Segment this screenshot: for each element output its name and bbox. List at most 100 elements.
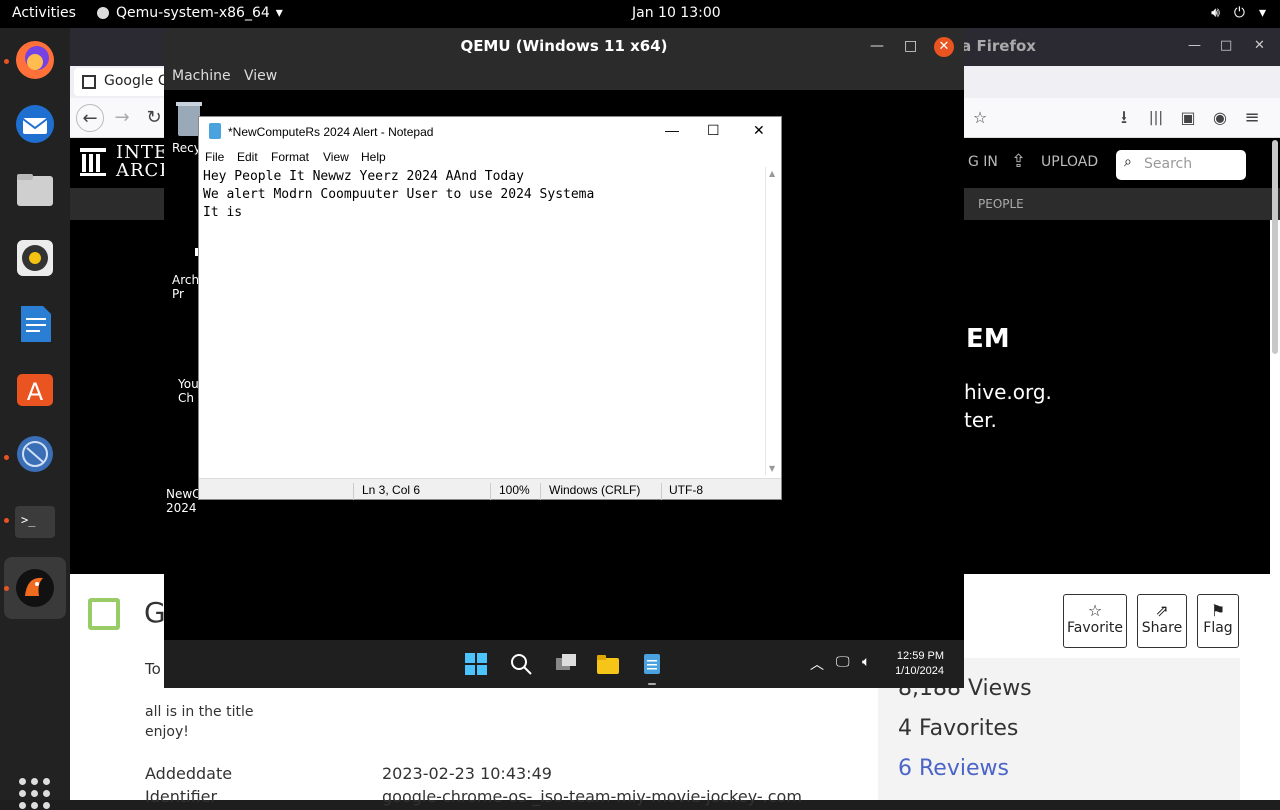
notepad-menubar: File Edit Format View Help [199, 147, 781, 167]
archive-favicon-icon [82, 75, 96, 89]
network-tool-icon[interactable] [11, 430, 59, 478]
windows-start-icon[interactable] [464, 652, 488, 676]
back-icon[interactable]: ← [76, 104, 104, 132]
qemu-window-title: QEMU (Windows 11 x64) [460, 37, 668, 55]
scroll-down-icon: ▼ [769, 464, 776, 473]
rhythmbox-icon[interactable] [11, 234, 59, 282]
account-icon[interactable]: ◉ [1206, 104, 1234, 132]
notepad-statusbar: Ln 3, Col 6 100% Windows (CRLF) UTF-8 [199, 478, 781, 500]
running-indicator [4, 586, 9, 591]
search-input[interactable]: ⌕ Search [1116, 150, 1246, 180]
menu-view[interactable]: View [323, 150, 349, 164]
search-icon[interactable] [509, 652, 533, 676]
save-icon [88, 598, 120, 630]
running-indicator [4, 518, 9, 523]
dock: A >_ [0, 28, 70, 809]
notepad-window: *NewComputeRs 2024 Alert - Notepad — ☐ ✕… [198, 116, 782, 500]
reviews-link[interactable]: 6 Reviews [898, 756, 1009, 781]
hero-text-line-2: ter. [964, 408, 997, 432]
page-scrollbar[interactable] [1270, 140, 1280, 800]
chevron-up-icon[interactable]: ︿ [810, 654, 824, 674]
menu-view[interactable]: View [244, 68, 277, 84]
cursor-position: Ln 3, Col 6 [362, 483, 421, 497]
item-description-line-1: all is in the title [145, 704, 254, 720]
scroll-up-icon: ▲ [769, 169, 776, 178]
qemu-icon[interactable] [11, 564, 59, 612]
maximize-icon[interactable]: □ [1220, 38, 1232, 53]
notepad-title: *NewComputeRs 2024 Alert - Notepad [228, 125, 434, 139]
libreoffice-writer-icon[interactable] [11, 300, 59, 348]
maximize-icon[interactable]: □ [904, 38, 917, 54]
hero-text-line-1: hive.org. [964, 380, 1052, 404]
system-tray[interactable]: 🔊︎ ⏻ ▾ [1211, 5, 1266, 21]
maximize-icon[interactable]: ☐ [707, 122, 720, 139]
firefox-window-title: la Firefox [956, 37, 1036, 55]
library-icon[interactable]: ||| [1142, 104, 1170, 132]
vm-display[interactable]: Recy Arch Pr You Ch NewC 2024 *NewComput… [164, 90, 964, 688]
taskbar-clock[interactable]: 12:59 PM 1/10/2024 [882, 649, 944, 679]
close-icon[interactable]: ✕ [1254, 38, 1265, 53]
chevron-down-icon: ▾ [1258, 5, 1266, 21]
firefox-icon[interactable] [11, 36, 59, 84]
encoding: UTF-8 [669, 483, 703, 497]
task-view-icon[interactable] [554, 652, 578, 676]
clock[interactable]: Jan 10 13:00 [632, 5, 721, 21]
hero-heading: EM [966, 324, 1010, 354]
flag-button[interactable]: ⚑ Flag [1197, 594, 1239, 648]
star-icon: ☆ [1087, 601, 1103, 620]
menu-file[interactable]: File [205, 150, 224, 164]
close-icon[interactable]: ✕ [753, 122, 765, 139]
qemu-window: QEMU (Windows 11 x64) — □ ✕ Machine View… [164, 28, 964, 688]
archive-logo-icon[interactable] [80, 148, 106, 176]
share-icon: ⇗ [1155, 601, 1169, 620]
nav-people[interactable]: PEOPLE [978, 197, 1024, 211]
notepad-icon [209, 123, 221, 139]
windows-taskbar: ︿ 🖵︎ 🔈︎ 12:59 PM 1/10/2024 [164, 640, 964, 688]
chevron-down-icon: ▾ [275, 5, 283, 21]
menu-format[interactable]: Format [271, 150, 309, 164]
menu-edit[interactable]: Edit [237, 150, 258, 164]
menu-machine[interactable]: Machine [172, 68, 231, 84]
item-topics: To [145, 660, 161, 678]
search-icon: ⌕ [1124, 154, 1132, 170]
active-app-indicator [648, 683, 656, 685]
show-apps-icon[interactable] [19, 778, 51, 810]
item-title: G [144, 596, 166, 629]
software-center-icon[interactable]: A [11, 364, 59, 412]
app-menu[interactable]: Qemu-system-x86_64 ▾ [96, 5, 283, 21]
minimize-icon[interactable]: — [870, 38, 884, 54]
notepad-taskbar-icon[interactable] [640, 652, 664, 676]
share-button[interactable]: ⇗ Share [1137, 594, 1187, 648]
qemu-app-icon [97, 7, 109, 19]
close-icon[interactable]: ✕ [934, 37, 954, 57]
files-icon[interactable] [11, 166, 59, 214]
notepad-vertical-scrollbar[interactable]: ▲ ▼ [765, 167, 781, 475]
addeddate-label: Addeddate [145, 764, 233, 783]
bookmark-star-icon[interactable]: ☆ [966, 104, 994, 132]
file-explorer-icon[interactable] [596, 652, 620, 676]
svg-text:>_: >_ [21, 513, 36, 527]
qemu-titlebar[interactable]: QEMU (Windows 11 x64) — □ ✕ [164, 28, 964, 64]
downloads-icon[interactable]: ⭳ [1110, 104, 1138, 132]
notepad-titlebar[interactable]: *NewComputeRs 2024 Alert - Notepad — ☐ ✕ [199, 117, 781, 147]
network-icon[interactable]: 🖵︎ [836, 654, 850, 670]
volume-muted-icon[interactable]: 🔈︎ [862, 654, 870, 670]
upload-link[interactable]: ⇪ UPLOAD [1011, 151, 1098, 172]
forward-icon[interactable]: → [108, 104, 136, 132]
menu-icon[interactable]: ≡ [1238, 104, 1266, 132]
menu-help[interactable]: Help [361, 150, 386, 164]
favorites-count: 4 Favorites [898, 716, 1019, 741]
terminal-icon[interactable]: >_ [11, 498, 59, 546]
volume-icon: 🔊︎ [1211, 5, 1220, 21]
favorite-button[interactable]: ☆ Favorite [1063, 594, 1127, 648]
sidebar-icon[interactable]: ▣ [1174, 104, 1202, 132]
thunderbird-icon[interactable] [11, 100, 59, 148]
minimize-icon[interactable]: — [1188, 38, 1201, 53]
activities-button[interactable]: Activities [12, 5, 76, 21]
minimize-icon[interactable]: — [665, 122, 679, 138]
zoom-level: 100% [499, 483, 530, 497]
gnome-top-bar: Activities Qemu-system-x86_64 ▾ Jan 10 1… [0, 0, 1280, 28]
notepad-text-area[interactable]: Hey People It Newwz Yeerz 2024 AAnd Toda… [203, 168, 763, 474]
login-link[interactable]: G IN [968, 154, 998, 170]
qemu-menubar: Machine View [164, 64, 964, 90]
